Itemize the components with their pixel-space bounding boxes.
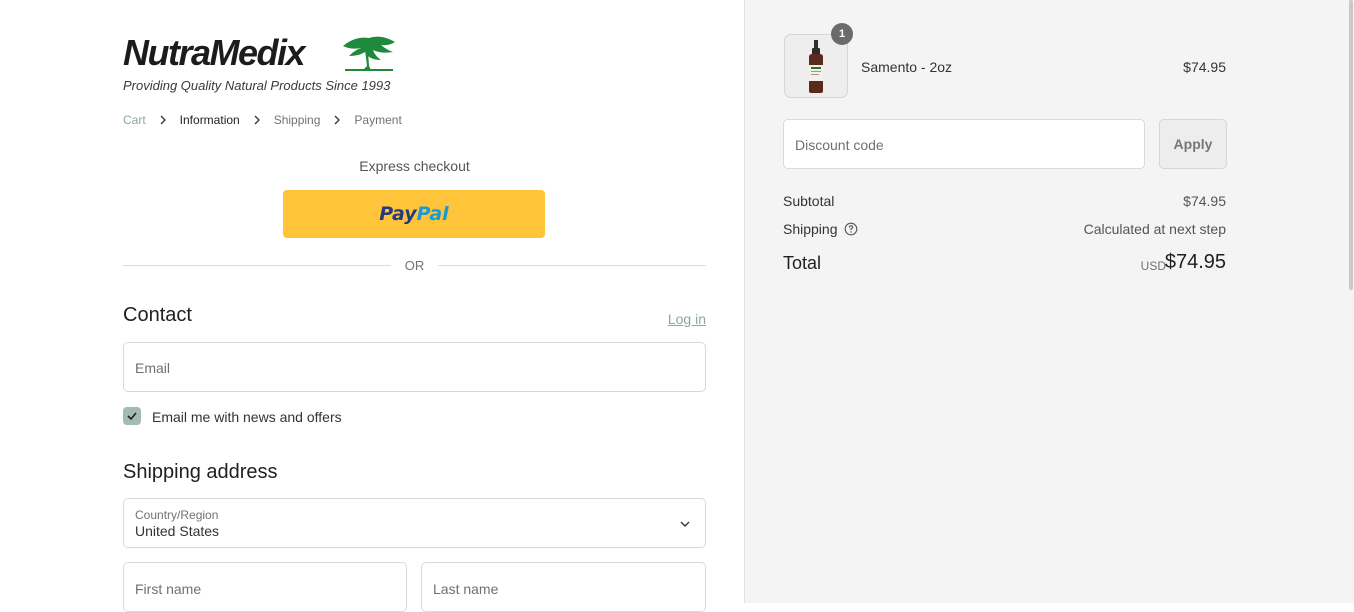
chevron-right-icon	[160, 115, 166, 125]
checkout-main: NutraMedix Providing Quality Natural Pro…	[0, 0, 744, 612]
breadcrumb-information: Information	[179, 113, 240, 127]
brand-logo[interactable]: NutraMedix Providing Quality Natural Pro…	[123, 32, 403, 96]
scrollbar[interactable]	[1348, 0, 1354, 603]
order-summary: 1 Samento - 2oz $74.95 Discount code App…	[744, 0, 1354, 603]
breadcrumb-payment: Payment	[354, 113, 402, 127]
tree-icon	[343, 36, 395, 71]
chevron-right-icon	[254, 115, 260, 125]
scrollbar-thumb[interactable]	[1349, 0, 1353, 290]
or-divider: OR	[123, 258, 706, 274]
product-name: Samento - 2oz	[861, 59, 953, 75]
check-icon	[127, 412, 137, 421]
breadcrumb: Cart Information Shipping Payment	[123, 113, 402, 127]
total-currency: USD	[1140, 259, 1166, 273]
brand-name: NutraMedix	[123, 32, 306, 73]
subtotal-value: $74.95	[1183, 193, 1226, 209]
last-name-placeholder: Last name	[433, 581, 499, 597]
discount-code-input[interactable]: Discount code	[783, 119, 1145, 169]
shipping-address-title: Shipping address	[123, 461, 278, 483]
email-placeholder: Email	[135, 360, 171, 376]
subtotal-label: Subtotal	[783, 193, 835, 209]
chevron-down-icon	[680, 521, 690, 527]
discount-placeholder: Discount code	[795, 137, 884, 153]
help-circle-icon[interactable]	[844, 222, 858, 236]
contact-title: Contact	[123, 304, 192, 326]
apply-button[interactable]: Apply	[1159, 119, 1227, 169]
product-price: $74.95	[1183, 59, 1226, 75]
country-label: Country/Region	[135, 508, 219, 522]
country-select[interactable]: Country/Region United States	[123, 498, 706, 548]
express-checkout-title: Express checkout	[359, 158, 470, 174]
shipping-value: Calculated at next step	[1083, 221, 1226, 237]
chevron-right-icon	[334, 115, 341, 125]
breadcrumb-shipping: Shipping	[273, 113, 321, 127]
email-field[interactable]: Email	[123, 342, 706, 392]
paypal-logo-pay: Pay	[379, 203, 417, 225]
brand-tagline: Providing Quality Natural Products Since…	[123, 78, 391, 93]
first-name-placeholder: First name	[135, 581, 202, 597]
total-value: $74.95	[1164, 251, 1226, 273]
login-link[interactable]: Log in	[668, 311, 706, 327]
last-name-field[interactable]: Last name	[421, 562, 706, 612]
shipping-label: Shipping	[783, 221, 838, 237]
paypal-button[interactable]: Pay Pal	[283, 190, 545, 238]
breadcrumb-cart[interactable]: Cart	[123, 113, 146, 127]
total-label: Total	[783, 253, 822, 273]
paypal-logo-pal: Pal	[416, 203, 449, 225]
or-text: OR	[404, 258, 425, 273]
quantity-badge: 1	[831, 23, 853, 45]
news-opt-in-checkbox[interactable]	[123, 407, 141, 425]
shipping-row: Shipping	[783, 221, 858, 237]
news-opt-in-label[interactable]: Email me with news and offers	[152, 409, 342, 425]
first-name-field[interactable]: First name	[123, 562, 407, 612]
country-value: United States	[135, 523, 220, 539]
